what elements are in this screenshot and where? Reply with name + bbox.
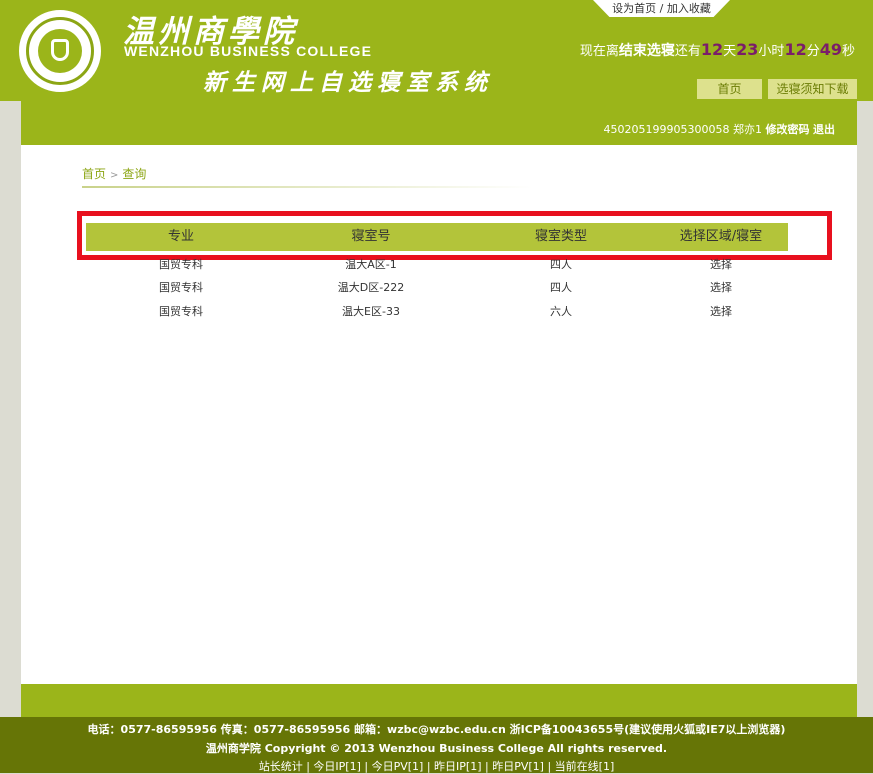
main-content: 450205199905300058 郑亦1 修改密码 退出 首页 > 查询 专业 … (21, 101, 857, 717)
top-links-separator: / (656, 2, 667, 15)
site-footer: 电话：0577-86595956 传真：0577-86595956 邮箱：wzb… (0, 717, 873, 773)
table-row: 国贸专科 温大E区-33 六人 选择 (21, 300, 857, 324)
system-title: 新生网上自选寝室系统 (203, 69, 493, 96)
cell-type: 六人 (550, 305, 572, 318)
college-name-en: WENZHOU BUSINESS COLLEGE (124, 43, 373, 59)
set-homepage-link[interactable]: 设为首页 (612, 2, 656, 15)
table-row: 国贸专科 温大A区-1 四人 选择 (21, 253, 857, 277)
column-header-type: 寝室类型 (534, 229, 587, 244)
nav-download-button[interactable]: 选寝须知下载 (768, 79, 857, 99)
stats-yesterday-ip[interactable]: 昨日IP[1] (434, 760, 481, 773)
breadcrumb: 首页 > 查询 (82, 165, 146, 182)
content-bottom-bar (21, 684, 857, 717)
stats-link[interactable]: 站长统计 (259, 760, 303, 773)
countdown-seconds: 49 (819, 40, 842, 59)
table-row: 国贸专科 温大D区-222 四人 选择 (21, 276, 857, 300)
cell-type: 四人 (550, 258, 572, 271)
footer-copyright: 温州商学院 Copyright © 2013 Wenzhou Business … (205, 742, 668, 755)
cell-major: 国贸专科 (159, 281, 203, 294)
site-header: 设为首页 / 加入收藏 温州商學院 WENZHOU BUSINESS COLLE… (0, 0, 873, 101)
countdown-text: 现在离结束选寝还有12天23小时12分49秒 (579, 40, 855, 59)
user-id: 450205199905300058 (603, 123, 730, 136)
user-name: 郑亦1 (733, 123, 762, 136)
cell-type: 四人 (550, 281, 572, 294)
breadcrumb-home-link[interactable]: 首页 (82, 167, 106, 181)
cell-room: 温大E区-33 (342, 305, 400, 318)
stats-online[interactable]: 当前在线[1] (555, 760, 615, 773)
select-room-link[interactable]: 选择 (661, 253, 781, 277)
countdown-minutes: 12 (784, 40, 807, 59)
countdown-hours: 23 (736, 40, 759, 59)
countdown-days: 12 (700, 40, 724, 59)
cell-major: 国贸专科 (159, 258, 203, 271)
college-logo-seal (19, 10, 101, 92)
select-room-link[interactable]: 选择 (661, 276, 781, 300)
top-links: 设为首页 / 加入收藏 (593, 0, 730, 17)
breadcrumb-separator: > (110, 170, 119, 181)
column-header-major: 专业 (167, 229, 194, 244)
cell-room: 温大A区-1 (345, 258, 397, 271)
stats-today-ip[interactable]: 今日IP[1] (313, 760, 360, 773)
column-header-room: 寝室号 (351, 229, 391, 244)
add-favorite-link[interactable]: 加入收藏 (667, 2, 711, 15)
logout-link[interactable]: 退出 (813, 123, 835, 136)
breadcrumb-divider (82, 186, 532, 188)
footer-stats: 站长统计 | 今日IP[1] | 今日PV[1] | 昨日IP[1] | 昨日P… (258, 760, 615, 773)
nav-home-button[interactable]: 首页 (697, 79, 762, 99)
stats-yesterday-pv[interactable]: 昨日PV[1] (492, 760, 544, 773)
table-header: 专业 寝室号 寝室类型 选择区域/寝室 (86, 223, 788, 251)
cell-major: 国贸专科 (159, 305, 203, 318)
user-info: 450205199905300058 郑亦1 修改密码 退出 (604, 121, 835, 137)
stats-today-pv[interactable]: 今日PV[1] (372, 760, 424, 773)
change-password-link[interactable]: 修改密码 (766, 123, 810, 136)
column-header-select: 选择区域/寝室 (679, 229, 763, 244)
breadcrumb-current: 查询 (122, 167, 147, 181)
select-room-link[interactable]: 选择 (661, 300, 781, 324)
countdown-event: 结束选寝 (618, 43, 675, 59)
cell-room: 温大D区-222 (337, 281, 405, 294)
footer-contact: 电话：0577-86595956 传真：0577-86595956 邮箱：wzb… (87, 723, 786, 736)
user-bar: 450205199905300058 郑亦1 修改密码 退出 (21, 101, 857, 145)
